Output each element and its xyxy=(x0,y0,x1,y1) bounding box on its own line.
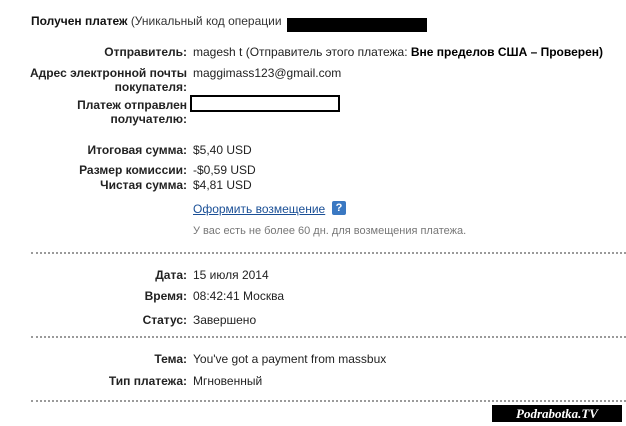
redacted-recipient xyxy=(190,95,340,112)
email-label-line1: Адрес электронной почты xyxy=(29,66,187,80)
subject-value: You've got a payment from massbux xyxy=(193,352,387,366)
refund-note: У вас есть не более 60 дн. для возмещени… xyxy=(193,225,467,237)
divider xyxy=(31,400,626,402)
fee-value: -$0,59 USD xyxy=(193,163,256,177)
payment-title: Получен платеж xyxy=(31,14,128,28)
date-value: 15 июля 2014 xyxy=(193,268,269,282)
help-icon[interactable]: ? xyxy=(332,201,346,215)
sender-status: Вне пределов США – Проверен) xyxy=(410,45,604,59)
refund-link[interactable]: Оформить возмещение xyxy=(193,202,325,216)
fee-label: Размер комиссии: xyxy=(79,163,187,177)
divider xyxy=(31,336,626,338)
time-value: 08:42:41 Москва xyxy=(193,289,285,303)
sent-to-label-line2: получателю: xyxy=(110,112,187,126)
payment-type-label: Тип платежа: xyxy=(108,374,187,388)
payment-type-value: Мгновенный xyxy=(193,374,263,388)
date-label: Дата: xyxy=(155,268,187,282)
sender-label: Отправитель: xyxy=(104,45,187,59)
sent-to-label-line1: Платеж отправлен xyxy=(77,98,187,112)
status-value: Завершено xyxy=(193,313,257,327)
payment-header: Получен платеж (Уникальный код операции xyxy=(31,14,282,28)
watermark: Podrabotka.TV xyxy=(492,405,622,422)
email-value: maggimass123@gmail.com xyxy=(193,66,342,80)
total-value: $5,40 USD xyxy=(193,143,252,157)
sender-value: magesh t (Отправитель этого платежа: Вне… xyxy=(193,45,603,60)
divider xyxy=(31,252,626,254)
sender-name: magesh t (Отправитель этого платежа: xyxy=(193,45,411,59)
total-label: Итоговая сумма: xyxy=(87,143,187,157)
time-label: Время: xyxy=(144,289,187,303)
redacted-transaction-id xyxy=(287,18,427,32)
email-label-line2: покупателя: xyxy=(114,80,187,94)
subject-label: Тема: xyxy=(154,352,187,366)
net-value: $4,81 USD xyxy=(193,178,252,192)
net-label: Чистая сумма: xyxy=(100,178,187,192)
status-label: Статус: xyxy=(142,313,187,327)
payment-subtitle: (Уникальный код операции xyxy=(130,14,282,28)
